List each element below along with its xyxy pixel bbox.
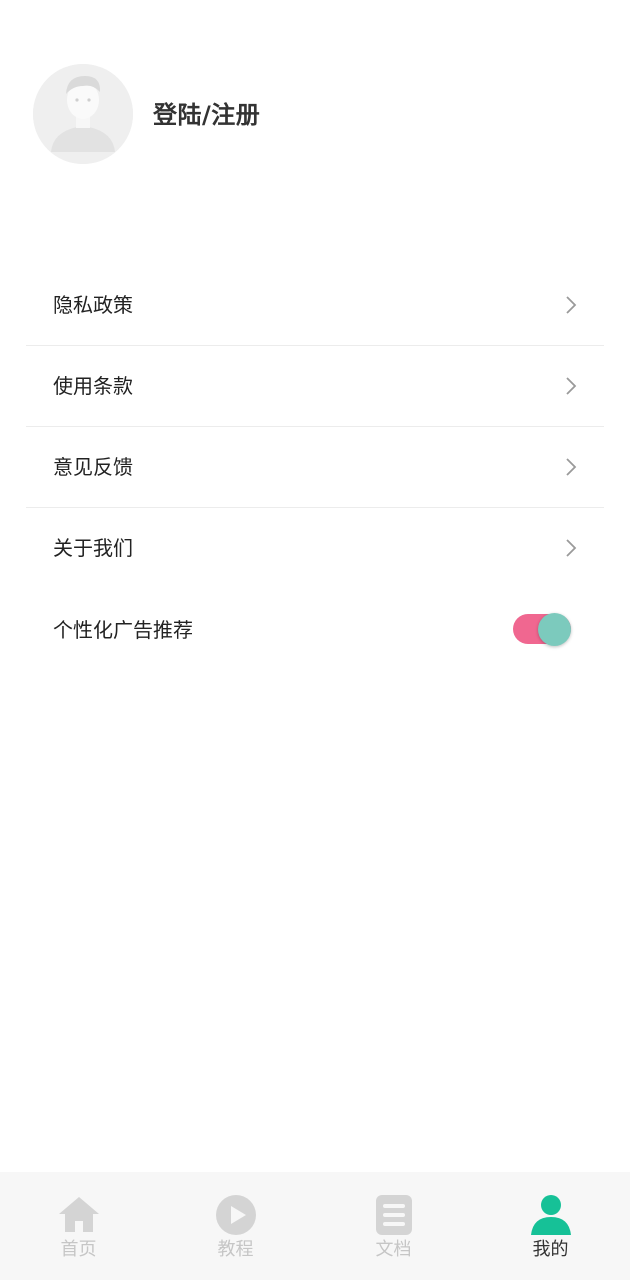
chevron-right-icon (566, 458, 577, 476)
bottom-tab-bar: 首页 教程 文档 我的 (0, 1172, 630, 1280)
toggle-knob (538, 613, 571, 646)
tab-tutorials[interactable]: 教程 (157, 1172, 314, 1280)
menu-item-label: 使用条款 (53, 374, 133, 398)
tab-label: 我的 (532, 1239, 569, 1260)
login-register-link[interactable]: 登陆/注册 (153, 98, 260, 132)
default-avatar-icon (33, 64, 133, 164)
home-icon (59, 1197, 99, 1232)
chevron-right-icon (566, 539, 577, 557)
tab-label: 文档 (375, 1239, 412, 1260)
menu-item-label: 意见反馈 (53, 455, 133, 479)
personalized-ads-label: 个性化广告推荐 (53, 618, 193, 642)
tab-label: 教程 (217, 1239, 254, 1260)
tab-home[interactable]: 首页 (0, 1172, 157, 1280)
menu-item-privacy-policy[interactable]: 隐私政策 (26, 265, 604, 346)
personalized-ads-toggle[interactable] (513, 613, 571, 646)
menu-item-terms-of-use[interactable]: 使用条款 (26, 346, 604, 427)
menu-item-label: 关于我们 (53, 536, 133, 560)
personalized-ads-row: 个性化广告推荐 (26, 590, 604, 670)
settings-menu: 隐私政策 使用条款 意见反馈 关于我们 (26, 265, 604, 588)
chevron-right-icon (566, 377, 577, 395)
document-icon (376, 1195, 412, 1235)
user-icon (531, 1195, 571, 1235)
menu-item-about-us[interactable]: 关于我们 (26, 508, 604, 588)
menu-item-label: 隐私政策 (53, 293, 133, 317)
profile-header: 登陆/注册 (0, 0, 630, 200)
tab-label: 首页 (60, 1239, 97, 1260)
chevron-right-icon (566, 296, 577, 314)
play-icon (216, 1195, 256, 1235)
avatar[interactable] (33, 64, 133, 164)
tab-documents[interactable]: 文档 (315, 1172, 472, 1280)
tab-mine[interactable]: 我的 (472, 1172, 629, 1280)
menu-item-feedback[interactable]: 意见反馈 (26, 427, 604, 508)
